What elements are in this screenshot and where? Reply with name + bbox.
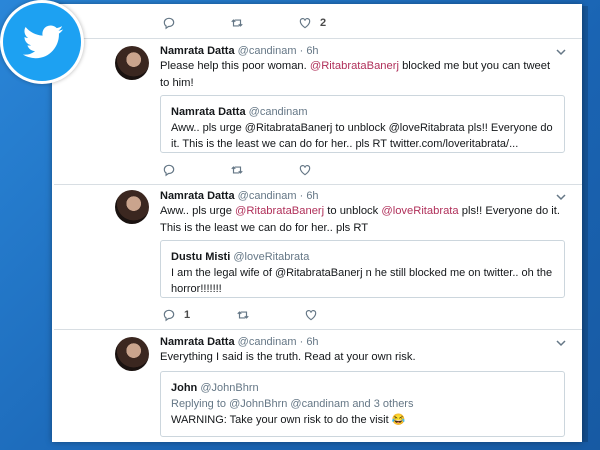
top-tweet-actions: 2 [162, 16, 380, 30]
tweet-time[interactable]: · 6h [300, 45, 319, 57]
avatar[interactable] [115, 46, 149, 80]
mention-link[interactable]: @RitabrataBanerj [235, 205, 324, 217]
twitter-bird-icon [22, 25, 64, 59]
like-button[interactable] [298, 163, 312, 177]
chevron-down-icon[interactable] [556, 338, 566, 348]
quote-text: WARNING: Take your own risk to do the vi… [171, 414, 406, 426]
retweet-button[interactable] [230, 16, 244, 30]
like-button[interactable]: 2 [298, 16, 326, 30]
avatar[interactable] [115, 190, 149, 224]
like-button[interactable] [304, 308, 318, 322]
heart-icon [299, 18, 311, 29]
chevron-down-icon[interactable] [556, 192, 566, 202]
mention-link[interactable]: @loveRitabrata [381, 205, 458, 217]
avatar[interactable] [115, 337, 149, 371]
quote-text: Aww.. pls urge @RitabrataBanerj to unblo… [171, 122, 553, 150]
reply-button[interactable] [162, 16, 176, 30]
tweet-text: Everything I said is the truth. Read at … [160, 351, 416, 363]
tweet-header: Namrata Datta @candinam · 6h [160, 190, 319, 202]
author-handle[interactable]: @candinam [238, 45, 297, 57]
replying-to: Replying to @JohnBhrn @candinam and 3 ot… [171, 398, 414, 410]
author-handle[interactable]: @candinam [238, 190, 297, 202]
reply-count: 1 [184, 309, 191, 321]
author-name[interactable]: Namrata Datta [160, 336, 235, 348]
author-name[interactable]: Namrata Datta [160, 190, 235, 202]
tweet-text: Please help this poor woman. @RitabrataB… [160, 60, 551, 89]
tweet-time[interactable]: · 6h [300, 190, 319, 202]
retweet-button[interactable] [230, 163, 244, 177]
tweet-actions [162, 163, 366, 177]
retweet-icon [231, 166, 243, 174]
tweet-time[interactable]: · 6h [300, 336, 319, 348]
tweet-text: Aww.. pls urge @RitabrataBanerj to unblo… [160, 205, 561, 234]
reply-button[interactable]: 1 [162, 308, 190, 322]
tweet-header: Namrata Datta @candinam · 6h [160, 336, 319, 348]
quote-author-name: Namrata Datta [171, 106, 246, 118]
quote-author-handle: @candinam [248, 106, 308, 118]
tweet-actions: 1 [162, 308, 372, 322]
chevron-down-icon[interactable] [556, 47, 566, 57]
retweet-icon [237, 311, 249, 319]
retweet-icon [231, 19, 243, 27]
mention-link[interactable]: @RitabrataBanerj [310, 60, 399, 72]
quote-text: I am the legal wife of @RitabrataBanerj … [171, 267, 553, 295]
divider [54, 184, 582, 185]
divider [54, 38, 582, 39]
author-name[interactable]: Namrata Datta [160, 45, 235, 57]
quote-author-handle: @JohnBhrn [200, 382, 259, 394]
twitter-logo [0, 0, 84, 84]
quoted-tweet[interactable]: Dustu Misti @loveRitabrata I am the lega… [160, 240, 565, 298]
quote-author-name: John [171, 382, 198, 394]
like-count: 2 [320, 17, 327, 29]
reply-icon [163, 17, 175, 30]
panel-shadow [582, 6, 588, 442]
retweet-button[interactable] [236, 308, 250, 322]
reply-icon [163, 164, 175, 177]
divider [54, 329, 582, 330]
quote-author-handle: @loveRitabrata [233, 251, 310, 263]
quoted-tweet[interactable]: Namrata Datta @candinam Aww.. pls urge @… [160, 95, 565, 153]
author-handle[interactable]: @candinam [238, 336, 297, 348]
reply-icon [163, 309, 175, 322]
reply-button[interactable] [162, 163, 176, 177]
tweet-header: Namrata Datta @candinam · 6h [160, 45, 319, 57]
heart-icon [305, 310, 317, 321]
quoted-tweet[interactable]: John @JohnBhrn Replying to @JohnBhrn @ca… [160, 371, 565, 437]
heart-icon [299, 165, 311, 176]
quote-author-name: Dustu Misti [171, 251, 231, 263]
